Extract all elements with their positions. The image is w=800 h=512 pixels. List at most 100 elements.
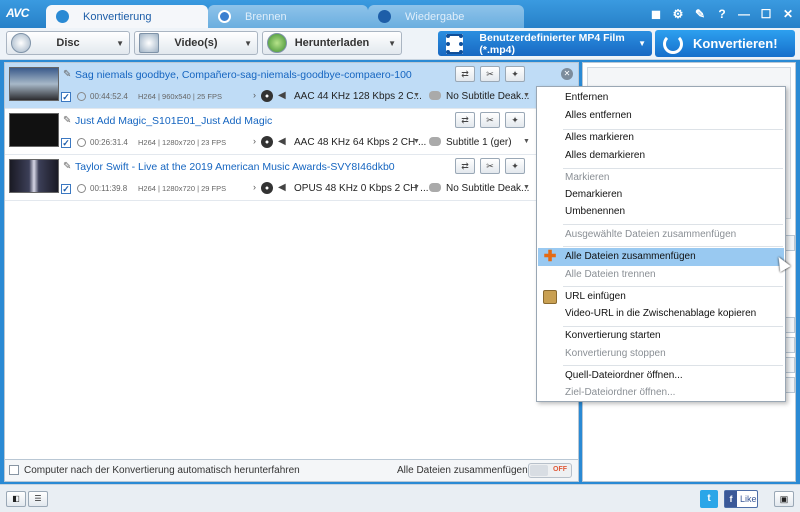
- tab-brennen[interactable]: Brennen: [208, 5, 368, 28]
- disc-button[interactable]: Disc ▼: [6, 31, 130, 55]
- audio-track-select[interactable]: AAC 44 KHz 128 Kbps 2 C...: [294, 91, 422, 102]
- video-thumbnail[interactable]: [9, 113, 59, 147]
- settings-icon[interactable]: ⚙: [670, 6, 686, 22]
- video-info: H264 | 1280x720 | 23 FPS: [138, 138, 227, 147]
- scissors-icon[interactable]: ✂: [480, 66, 500, 82]
- menu-item-demarkieren[interactable]: Demarkieren: [538, 186, 784, 204]
- clock-icon: [77, 184, 86, 193]
- format-label: Benutzerdefinierter MP4 Film (*.mp4): [479, 31, 625, 56]
- menu-item-alles-demarkieren[interactable]: Alles demarkieren: [538, 147, 784, 165]
- remove-icon[interactable]: ✕: [561, 68, 573, 80]
- list-view-icon[interactable]: ☰: [28, 491, 48, 507]
- menu-item-video-url-kopieren[interactable]: Video-URL in die Zwischenablage kopieren: [538, 305, 784, 323]
- maximize-icon[interactable]: ☐: [758, 6, 774, 22]
- pencil-icon[interactable]: ✎: [63, 70, 73, 80]
- item-checkbox[interactable]: ✓: [61, 138, 71, 148]
- menu-item-alles-entfernen[interactable]: Alles entfernen: [538, 107, 784, 125]
- scissors-icon[interactable]: ✂: [480, 112, 500, 128]
- facebook-like-button[interactable]: f Like: [724, 490, 758, 508]
- scissors-icon[interactable]: ✂: [480, 158, 500, 174]
- menu-item-konvertierung-stoppen: Konvertierung stoppen: [565, 348, 666, 359]
- help-icon[interactable]: ?: [714, 6, 730, 22]
- file-row[interactable]: ✎ Sag niemals goodbye, Compañero-sag-nie…: [5, 63, 578, 109]
- video-thumbnail[interactable]: [9, 159, 59, 193]
- chevron-down-icon[interactable]: ▼: [523, 184, 530, 191]
- add-videos-button[interactable]: Video(s) ▼: [134, 31, 258, 55]
- video-info: H264 | 960x540 | 25 FPS: [138, 92, 222, 101]
- store-icon[interactable]: ◼: [648, 6, 664, 22]
- swap-icon[interactable]: ⇄: [455, 158, 475, 174]
- swap-icon[interactable]: ⇄: [455, 66, 475, 82]
- download-button[interactable]: Herunterladen ▼: [262, 31, 402, 55]
- chevron-down-icon[interactable]: ▼: [388, 39, 396, 48]
- plus-icon: ✚: [543, 248, 557, 265]
- output-format-select[interactable]: Benutzerdefinierter MP4 Film (*.mp4) ▼: [438, 31, 652, 56]
- chevron-down-icon[interactable]: ▼: [523, 92, 530, 99]
- convert-label: Konvertieren!: [693, 36, 778, 51]
- minimize-icon[interactable]: —: [736, 6, 752, 22]
- file-row[interactable]: ✎ Taylor Swift - Live at the 2019 Americ…: [5, 155, 578, 201]
- menu-item-alle-zusammenfuegen[interactable]: ✚ Alle Dateien zusammenfügen: [538, 248, 784, 266]
- chevron-down-icon[interactable]: ▼: [413, 184, 420, 191]
- expand-panel-icon[interactable]: ▣: [774, 491, 794, 507]
- chevron-down-icon[interactable]: ▼: [523, 138, 530, 145]
- tab-konvertierung[interactable]: Konvertierung: [46, 5, 208, 28]
- menu-item-alles-markieren[interactable]: Alles markieren: [538, 129, 784, 147]
- pencil-icon[interactable]: ✎: [63, 162, 73, 172]
- film-icon: [446, 33, 464, 54]
- item-checkbox[interactable]: ✓: [61, 92, 71, 102]
- menu-item-url-einfuegen[interactable]: URL einfügen: [538, 288, 784, 306]
- magic-wand-icon[interactable]: ✦: [505, 66, 525, 82]
- subtitle-select[interactable]: No Subtitle Deak...: [446, 91, 529, 102]
- convert-button[interactable]: Konvertieren!: [655, 30, 795, 57]
- refresh-icon: [663, 33, 683, 54]
- menu-item-umbenennen[interactable]: Umbenennen: [538, 203, 784, 221]
- close-icon[interactable]: ✕: [780, 6, 796, 22]
- auto-shutdown-label[interactable]: Computer nach der Konvertierung automati…: [24, 465, 300, 476]
- footer-bar: ◧ ☰ t f Like ▣: [0, 484, 800, 512]
- chevron-right-icon: ›: [253, 136, 256, 146]
- chevron-down-icon[interactable]: ▼: [413, 138, 420, 145]
- tab-label: Konvertierung: [83, 10, 152, 23]
- merge-toggle[interactable]: OFF: [528, 463, 572, 478]
- subtitle-select[interactable]: No Subtitle Deak...: [446, 183, 529, 194]
- chevron-down-icon[interactable]: ▼: [244, 39, 252, 48]
- menu-item-quell-ordner[interactable]: Quell-Dateiordner öffnen...: [538, 367, 784, 385]
- tab-wiedergabe[interactable]: Wiedergabe: [368, 5, 524, 28]
- like-label: Like: [740, 494, 757, 504]
- chevron-down-icon[interactable]: ▼: [116, 39, 124, 48]
- video-thumbnail[interactable]: [9, 67, 59, 101]
- duration: 00:11:39.8: [90, 184, 128, 193]
- item-checkbox[interactable]: ✓: [61, 184, 71, 194]
- menu-separator: [563, 365, 783, 366]
- twitter-icon[interactable]: t: [700, 490, 718, 508]
- context-menu: Entfernen Alles entfernen Alles markiere…: [536, 86, 786, 402]
- video-title[interactable]: Taylor Swift - Live at the 2019 American…: [75, 161, 395, 173]
- menu-item-konvertierung-starten[interactable]: Konvertierung starten: [538, 327, 784, 345]
- chevron-down-icon[interactable]: ▼: [638, 39, 646, 48]
- video-title[interactable]: Just Add Magic_S101E01_Just Add Magic: [75, 115, 272, 127]
- chevron-down-icon[interactable]: ▼: [413, 92, 420, 99]
- magic-wand-icon[interactable]: ✦: [505, 112, 525, 128]
- window-controls: ◼ ⚙ ✎ ? — ☐ ✕: [648, 6, 796, 22]
- tools-icon[interactable]: ✎: [692, 6, 708, 22]
- auto-shutdown-checkbox[interactable]: [9, 465, 19, 475]
- menu-item-alle-trennen: Alle Dateien trennen: [565, 269, 656, 280]
- file-row[interactable]: ✎ Just Add Magic_S101E01_Just Add Magic …: [5, 109, 578, 155]
- facebook-icon: f: [725, 491, 737, 507]
- pencil-icon[interactable]: ✎: [63, 116, 73, 126]
- row-actions: ⇄ ✂ ✦: [455, 112, 525, 128]
- swap-icon[interactable]: ⇄: [455, 112, 475, 128]
- chevron-right-icon: ›: [253, 182, 256, 192]
- audio-track-select[interactable]: AAC 48 KHz 64 Kbps 2 CH ...: [294, 137, 426, 148]
- menu-item-markieren: Markieren: [565, 172, 610, 183]
- magic-wand-icon[interactable]: ✦: [505, 158, 525, 174]
- clipboard-icon: [543, 290, 557, 304]
- subtitle-select[interactable]: Subtitle 1 (ger): [446, 137, 512, 148]
- video-title[interactable]: Sag niemals goodbye, Compañero-sag-niema…: [75, 69, 412, 81]
- menu-item-entfernen[interactable]: Entfernen: [538, 89, 784, 107]
- disc-icon: [11, 33, 31, 53]
- speaker-icon: ◀: [278, 182, 286, 193]
- audio-track-select[interactable]: OPUS 48 KHz 0 Kbps 2 CH ...: [294, 183, 429, 194]
- panel-toggle-icon[interactable]: ◧: [6, 491, 26, 507]
